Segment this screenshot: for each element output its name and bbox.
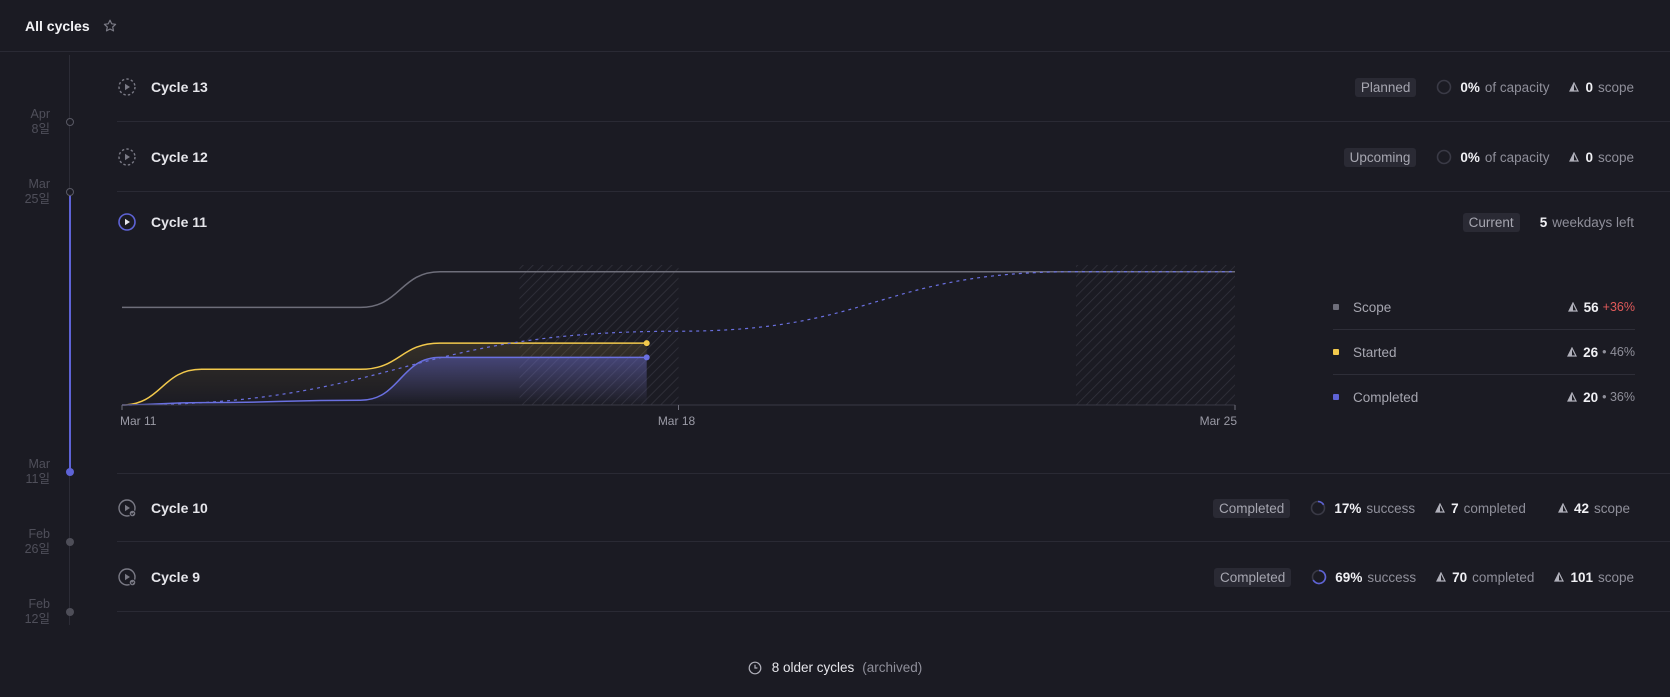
estimate-icon xyxy=(1567,302,1578,312)
cycle-name: Cycle 9 xyxy=(151,569,201,585)
cycle-row-12[interactable]: Cycle 12 Upcoming 0% of capacity 0 scope xyxy=(117,122,1670,192)
cycle-planned-icon xyxy=(117,77,137,97)
cycle-row-13[interactable]: Cycle 13 Planned 0% of capacity 0 scope xyxy=(117,52,1670,122)
cycle-name: Cycle 11 xyxy=(151,214,208,230)
legend-item-started: Started 26 • 46% xyxy=(1333,330,1635,375)
timeline-date: Apr 8일 xyxy=(30,107,50,136)
timeline-node-current xyxy=(66,468,74,476)
capacity-stat: 0% of capacity xyxy=(1436,79,1549,95)
completed-stat: 70 completed xyxy=(1436,570,1534,585)
estimate-icon xyxy=(1567,347,1578,357)
timeline-date: Feb 12일 xyxy=(24,597,50,626)
scope-stat: 0 scope xyxy=(1569,80,1634,95)
capacity-stat: 0% of capacity xyxy=(1436,149,1549,165)
legend-item-completed: Completed 20 • 36% xyxy=(1333,375,1635,419)
estimate-icon xyxy=(1557,503,1568,513)
estimate-icon xyxy=(1569,82,1580,92)
scope-stat: 42 scope xyxy=(1557,501,1630,516)
burnup-chart-svg: Mar 11 Mar 18 Mar 25 xyxy=(120,265,1238,428)
days-left-stat: 5 weekdays left xyxy=(1539,214,1634,230)
x-tick-label: Mar 25 xyxy=(1200,414,1238,428)
progress-ring-icon xyxy=(1311,569,1327,585)
estimate-icon xyxy=(1436,572,1447,582)
estimate-icon xyxy=(1435,503,1446,513)
progress-ring-icon xyxy=(1437,79,1452,95)
cycle-name: Cycle 10 xyxy=(151,500,208,516)
status-badge: Completed xyxy=(1214,567,1292,587)
legend-swatch xyxy=(1333,349,1339,355)
status-badge: Current xyxy=(1462,212,1520,232)
estimate-icon xyxy=(1554,572,1565,582)
estimate-icon xyxy=(1567,392,1578,402)
status-badge: Planned xyxy=(1354,77,1417,97)
cycle-completed-icon xyxy=(117,567,137,587)
timeline-date: Feb 26일 xyxy=(24,527,50,556)
cycle-row-9[interactable]: Cycle 9 Completed 69% success 70 completed… xyxy=(117,542,1670,612)
timeline-node xyxy=(66,538,74,546)
legend-swatch xyxy=(1333,394,1339,400)
series-endpoint-started xyxy=(643,340,650,347)
archived-cycles-link[interactable]: 8 older cycles (archived) xyxy=(0,660,1670,675)
weekend-hatch xyxy=(1076,265,1235,405)
cycle-row-10[interactable]: Cycle 10 Completed 17% success 7 completed… xyxy=(117,474,1670,542)
page-header: All cycles xyxy=(0,0,1670,52)
timeline-node xyxy=(66,188,74,196)
x-tick-label: Mar 11 xyxy=(120,414,157,428)
success-stat: 69% success xyxy=(1311,569,1416,585)
timeline-current-segment xyxy=(69,192,71,472)
x-tick-label: Mar 18 xyxy=(658,414,696,428)
cycle-completed-icon xyxy=(117,498,137,518)
timeline-date: Mar 25일 xyxy=(24,177,50,206)
burnup-chart: Mar 11 Mar 18 Mar 25 xyxy=(117,255,1317,455)
estimate-icon xyxy=(1569,152,1580,162)
timeline-node xyxy=(66,118,74,126)
cycle-name: Cycle 12 xyxy=(151,149,208,165)
chart-legend: Scope 56 +36% Started 26 • 46% Completed 2… xyxy=(1333,285,1635,419)
progress-ring-icon xyxy=(1311,500,1326,516)
progress-ring-icon xyxy=(1437,149,1452,165)
status-badge: Upcoming xyxy=(1343,147,1417,167)
success-stat: 17% success xyxy=(1310,500,1415,516)
status-badge: Completed xyxy=(1213,498,1291,518)
timeline-date: Mar 11일 xyxy=(25,457,50,486)
cycle-name: Cycle 13 xyxy=(151,79,208,95)
star-icon[interactable] xyxy=(102,18,118,34)
completed-stat: 7 completed xyxy=(1435,501,1526,516)
page-title: All cycles xyxy=(25,17,90,34)
cycle-current-icon xyxy=(117,212,137,232)
timeline-node xyxy=(66,608,74,616)
legend-item-scope: Scope 56 +36% xyxy=(1333,285,1635,330)
scope-stat: 101 scope xyxy=(1554,570,1634,585)
clock-icon xyxy=(748,661,762,674)
scope-stat: 0 scope xyxy=(1569,150,1634,165)
cycle-upcoming-icon xyxy=(117,147,137,167)
series-endpoint-completed xyxy=(643,354,650,361)
legend-swatch xyxy=(1333,304,1339,310)
